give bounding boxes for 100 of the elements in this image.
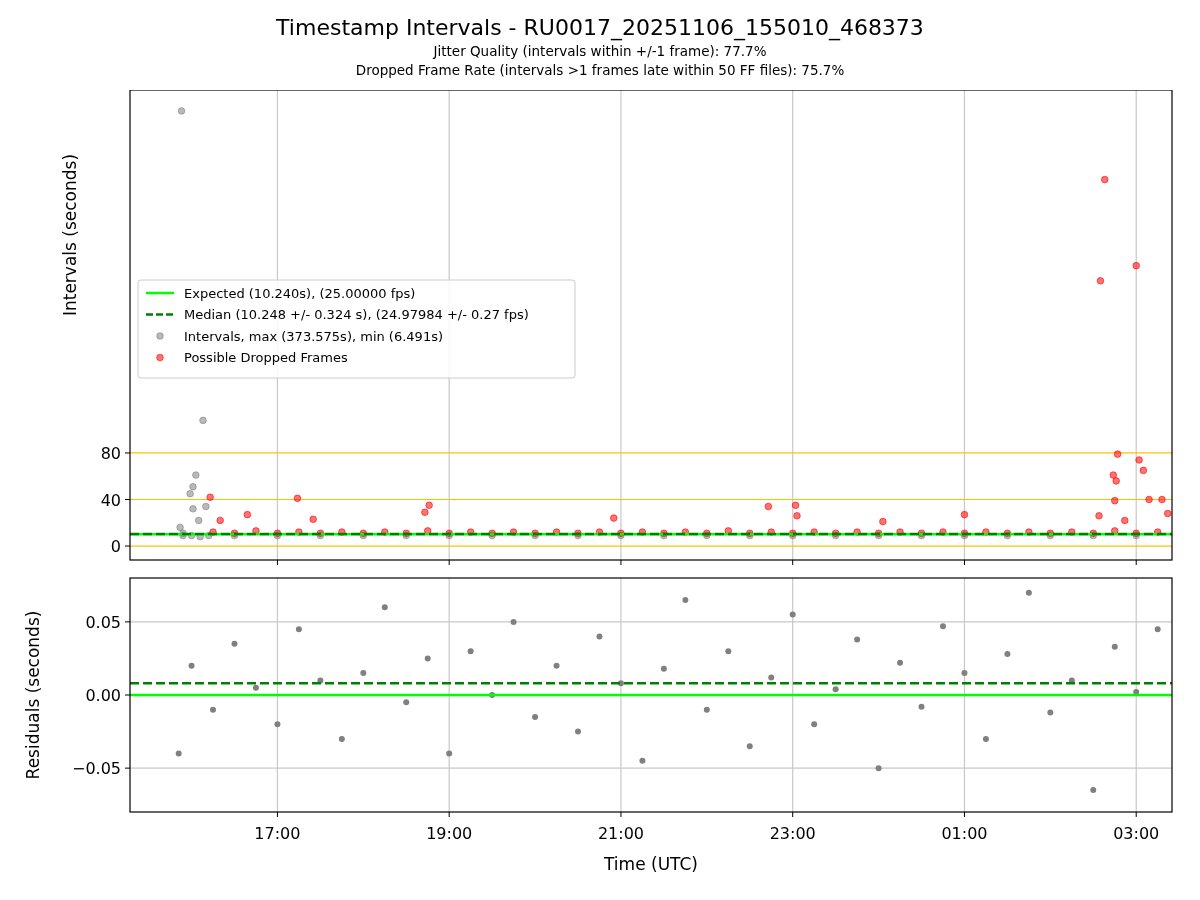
- axis-tick-label: 03:00: [1113, 824, 1160, 843]
- data-point: [789, 611, 796, 618]
- data-point: [381, 604, 388, 611]
- data-point: [317, 677, 324, 684]
- data-point: [423, 527, 432, 535]
- data-point: [1047, 709, 1054, 716]
- data-point: [982, 528, 990, 536]
- data-point: [1111, 643, 1118, 650]
- data-point: [252, 527, 260, 535]
- data-point: [532, 713, 539, 720]
- data-point: [746, 743, 753, 750]
- axis-tick-label: 0: [110, 537, 121, 557]
- data-point: [274, 721, 281, 728]
- data-point: [1135, 456, 1143, 464]
- legend-line-icon: [146, 313, 174, 316]
- data-point: [639, 757, 646, 764]
- data-point: [1004, 651, 1011, 658]
- data-point: [295, 626, 302, 633]
- data-point: [617, 680, 624, 687]
- data-point: [295, 528, 303, 536]
- data-point: [1153, 528, 1162, 536]
- data-point: [446, 750, 453, 757]
- chart-subtitle: Jitter Quality (intervals within +/-1 frame): 77.7%: [433, 42, 767, 61]
- data-point: [194, 516, 203, 525]
- data-point: [252, 684, 259, 691]
- data-point: [595, 528, 604, 536]
- data-point: [338, 735, 345, 742]
- data-point: [791, 501, 800, 510]
- legend-marker-icon: [156, 332, 164, 340]
- data-point: [1113, 450, 1122, 458]
- data-point: [424, 655, 431, 662]
- data-point: [879, 517, 887, 526]
- axis-tick-label: 0.00: [85, 686, 121, 705]
- data-point: [1096, 277, 1105, 285]
- chart-title: Timestamp Intervals - RU0017_20251106_155010_468373: [276, 14, 924, 42]
- data-point: [1110, 527, 1119, 535]
- data-point: [216, 516, 224, 525]
- data-point: [897, 659, 904, 666]
- axis-tick-label: 0.05: [85, 612, 121, 632]
- axis-label: Residuals (seconds): [23, 610, 43, 780]
- axis-tick-label: 23:00: [769, 824, 816, 843]
- data-point: [293, 494, 302, 503]
- data-point: [832, 686, 839, 693]
- axis-tick-label: −0.05: [71, 759, 121, 779]
- data-point: [175, 750, 182, 757]
- data-point: [1025, 589, 1032, 596]
- data-point: [1133, 689, 1140, 696]
- data-point: [896, 528, 904, 536]
- data-point: [1132, 261, 1140, 270]
- data-point: [509, 528, 518, 536]
- data-point: [381, 528, 389, 536]
- data-point: [1163, 509, 1172, 518]
- data-point: [793, 512, 801, 520]
- data-point: [1095, 512, 1103, 520]
- axis-label: Time (UTC): [604, 854, 698, 874]
- data-point: [489, 692, 496, 698]
- data-point: [610, 514, 618, 522]
- data-point: [681, 528, 690, 536]
- data-point: [192, 471, 200, 479]
- data-point: [360, 670, 367, 677]
- data-point: [1110, 496, 1119, 505]
- data-point: [403, 699, 410, 706]
- data-point: [1145, 495, 1153, 504]
- data-point: [231, 640, 238, 647]
- axis-tick-label: 19:00: [426, 824, 473, 843]
- data-point: [764, 502, 773, 511]
- chart-subtitle: Dropped Frame Rate (intervals >1 frames late within 50 FF files): 75.7%: [355, 61, 845, 80]
- data-point: [575, 728, 581, 735]
- data-point: [204, 531, 213, 540]
- data-point: [243, 510, 252, 519]
- data-point: [725, 648, 732, 655]
- data-point: [1068, 677, 1075, 684]
- axis-tick-label: 17:00: [254, 824, 301, 843]
- legend-label: Expected (10.240s), (25.00000 fps): [184, 285, 416, 301]
- data-point: [338, 528, 346, 536]
- data-point: [466, 528, 475, 536]
- data-point: [177, 107, 186, 115]
- legend-label: Possible Dropped Frames: [184, 350, 348, 365]
- data-point: [596, 633, 603, 640]
- axis-label: Intervals (seconds): [60, 153, 80, 317]
- axis-tick-label: 80: [100, 443, 121, 463]
- data-point: [210, 706, 216, 713]
- data-point: [552, 528, 561, 536]
- data-point: [960, 510, 969, 519]
- data-point: [854, 636, 861, 643]
- data-point: [1139, 466, 1148, 475]
- data-point: [853, 528, 861, 536]
- data-point: [918, 703, 925, 710]
- data-point: [768, 674, 775, 681]
- legend-marker-icon: [156, 353, 164, 362]
- data-point: [767, 528, 776, 536]
- data-point: [682, 596, 689, 603]
- data-point: [940, 623, 946, 630]
- data-point: [638, 528, 647, 536]
- data-point: [1158, 495, 1166, 504]
- data-point: [467, 648, 474, 655]
- data-point: [187, 531, 196, 540]
- data-point: [810, 528, 818, 536]
- data-point: [1100, 175, 1109, 184]
- data-point: [1068, 528, 1076, 536]
